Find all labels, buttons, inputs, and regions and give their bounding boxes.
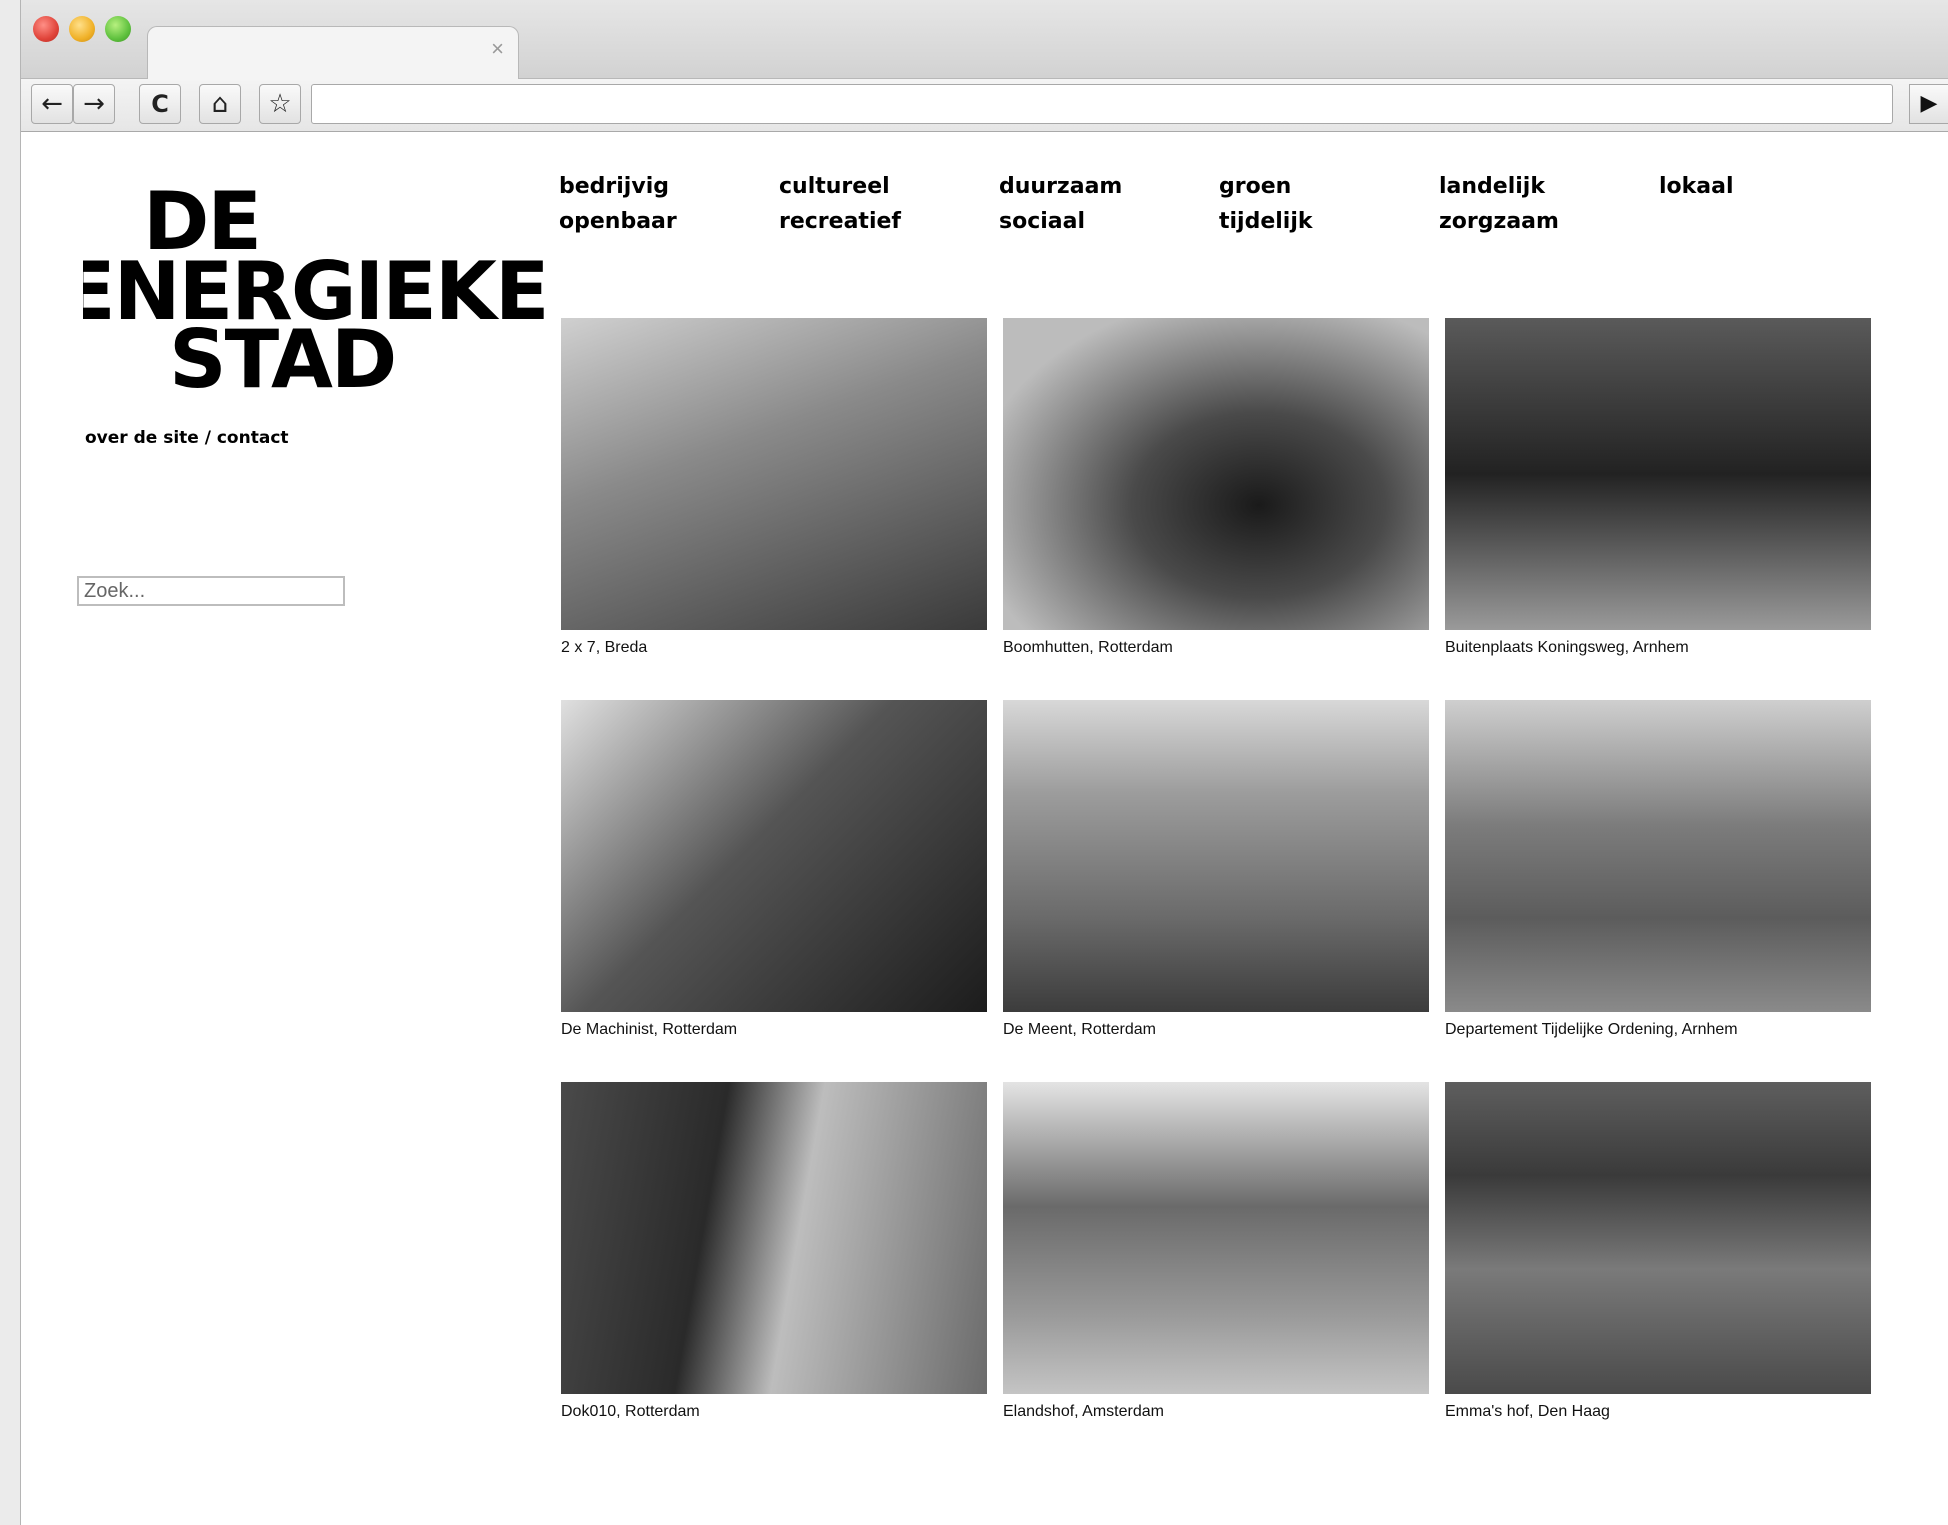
nav-item-lokaal[interactable]: lokaal [1659,174,1734,199]
project-card[interactable]: Elandshof, Amsterdam [1003,1082,1429,1421]
project-caption[interactable]: Dok010, Rotterdam [561,1403,987,1421]
search-input[interactable] [77,576,345,606]
project-caption[interactable]: Departement Tijdelijke Ordening, Arnhem [1445,1021,1871,1039]
project-photo[interactable] [1445,1082,1871,1394]
nav-item-sociaal[interactable]: sociaal [999,209,1085,234]
project-photo[interactable] [561,700,987,1012]
close-window-button[interactable] [33,16,59,42]
project-photo[interactable] [1003,318,1429,630]
project-photo[interactable] [1003,1082,1429,1394]
project-photo[interactable] [1003,700,1429,1012]
project-card[interactable]: Departement Tijdelijke Ordening, Arnhem [1445,700,1871,1039]
link-separator: / [198,428,217,448]
project-card[interactable]: 2 x 7, Breda [561,318,987,657]
reload-icon[interactable]: C [139,84,181,124]
project-caption[interactable]: Emma's hof, Den Haag [1445,1403,1871,1421]
nav-item-tijdelijk[interactable]: tijdelijk [1219,209,1313,234]
maximize-window-button[interactable] [105,16,131,42]
project-card[interactable]: De Machinist, Rotterdam [561,700,987,1039]
project-card[interactable]: Buitenplaats Koningsweg, Arnhem [1445,318,1871,657]
browser-toolbar: ← → C ⌂ ☆ ▶ [21,79,1948,132]
home-icon[interactable]: ⌂ [199,84,241,124]
project-card[interactable]: De Meent, Rotterdam [1003,700,1429,1039]
browser-tab[interactable]: × [147,26,519,80]
bookmark-star-icon[interactable]: ☆ [259,84,301,124]
nav-item-zorgzaam[interactable]: zorgzaam [1439,209,1559,234]
project-photo[interactable] [561,318,987,630]
nav-item-openbaar[interactable]: openbaar [559,209,677,234]
project-caption[interactable]: De Machinist, Rotterdam [561,1021,987,1039]
nav-item-duurzaam[interactable]: duurzaam [999,174,1122,199]
site-logo[interactable]: DE ENERGIEKE STAD [83,182,563,412]
about-link[interactable]: over de site [85,428,199,448]
project-photo[interactable] [561,1082,987,1394]
nav-item-cultureel[interactable]: cultureel [779,174,890,199]
nav-item-recreatief[interactable]: recreatief [779,209,901,234]
nav-item-landelijk[interactable]: landelijk [1439,174,1545,199]
minimize-window-button[interactable] [69,16,95,42]
project-card[interactable]: Emma's hof, Den Haag [1445,1082,1871,1421]
address-bar[interactable] [311,84,1893,124]
contact-link[interactable]: contact [217,428,289,448]
project-caption[interactable]: Elandshof, Amsterdam [1003,1403,1429,1421]
project-card[interactable]: Dok010, Rotterdam [561,1082,987,1421]
nav-item-groen[interactable]: groen [1219,174,1291,199]
logo-line: STAD [169,313,397,406]
project-caption[interactable]: 2 x 7, Breda [561,639,987,657]
project-caption[interactable]: Boomhutten, Rotterdam [1003,639,1429,657]
project-photo[interactable] [1445,318,1871,630]
project-photo[interactable] [1445,700,1871,1012]
browser-menu-icon[interactable]: ▶ [1909,84,1948,124]
back-icon[interactable]: ← [31,84,73,124]
title-bar: × [21,0,1948,80]
browser-window: × ← → C ⌂ ☆ ▶ DE ENERGIEKE STAD over de … [20,0,1948,1525]
nav-item-bedrijvig[interactable]: bedrijvig [559,174,669,199]
tab-close-icon[interactable]: × [491,36,504,62]
forward-icon[interactable]: → [73,84,115,124]
web-page: DE ENERGIEKE STAD over de site / contact… [21,132,1948,1525]
project-caption[interactable]: Buitenplaats Koningsweg, Arnhem [1445,639,1871,657]
project-card[interactable]: Boomhutten, Rotterdam [1003,318,1429,657]
site-links: over de site / contact [85,428,289,448]
category-nav: bedrijvig cultureel duurzaam groen lande… [559,174,1919,254]
project-caption[interactable]: De Meent, Rotterdam [1003,1021,1429,1039]
